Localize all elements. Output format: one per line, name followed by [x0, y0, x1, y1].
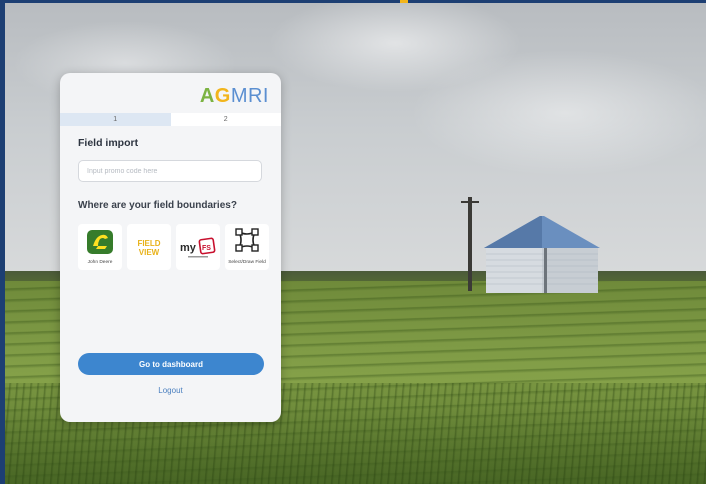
john-deere-icon	[87, 230, 113, 254]
go-to-dashboard-button[interactable]: Go to dashboard	[78, 353, 264, 375]
svg-text:FIELD: FIELD	[137, 239, 160, 248]
step-1[interactable]: 1	[60, 113, 171, 126]
boundaries-question: Where are your field boundaries?	[78, 200, 237, 211]
svg-text:my: my	[180, 242, 197, 254]
provider-list: John Deere FIELD VIEW my FS Select/Draw …	[78, 224, 269, 270]
field-import-title: Field import	[78, 137, 139, 149]
utility-pole-arm	[461, 201, 479, 203]
fieldview-icon: FIELD VIEW	[137, 236, 161, 258]
grain-silo	[484, 216, 600, 293]
agmri-logo: AGMRI	[199, 85, 269, 107]
svg-text:VIEW: VIEW	[139, 248, 160, 257]
utility-pole	[468, 197, 472, 291]
select-draw-icon	[235, 228, 259, 252]
step-2[interactable]: 2	[170, 113, 281, 126]
onboarding-card: AGMRI 1 2 Field import Where are your fi…	[60, 73, 281, 422]
promo-code-input[interactable]	[78, 160, 262, 182]
myfs-icon: my FS	[180, 237, 216, 258]
provider-select-draw[interactable]: Select/Draw Field	[225, 224, 269, 270]
provider-myfs[interactable]: my FS	[176, 224, 220, 270]
provider-fieldview[interactable]: FIELD VIEW	[127, 224, 171, 270]
provider-john-deere[interactable]: John Deere	[78, 224, 122, 270]
provider-label: Select/Draw Field	[228, 259, 266, 265]
logout-link[interactable]: Logout	[60, 386, 281, 395]
svg-text:FS: FS	[202, 245, 211, 252]
step-indicator: 1 2	[60, 113, 281, 126]
provider-label: John Deere	[87, 259, 113, 265]
